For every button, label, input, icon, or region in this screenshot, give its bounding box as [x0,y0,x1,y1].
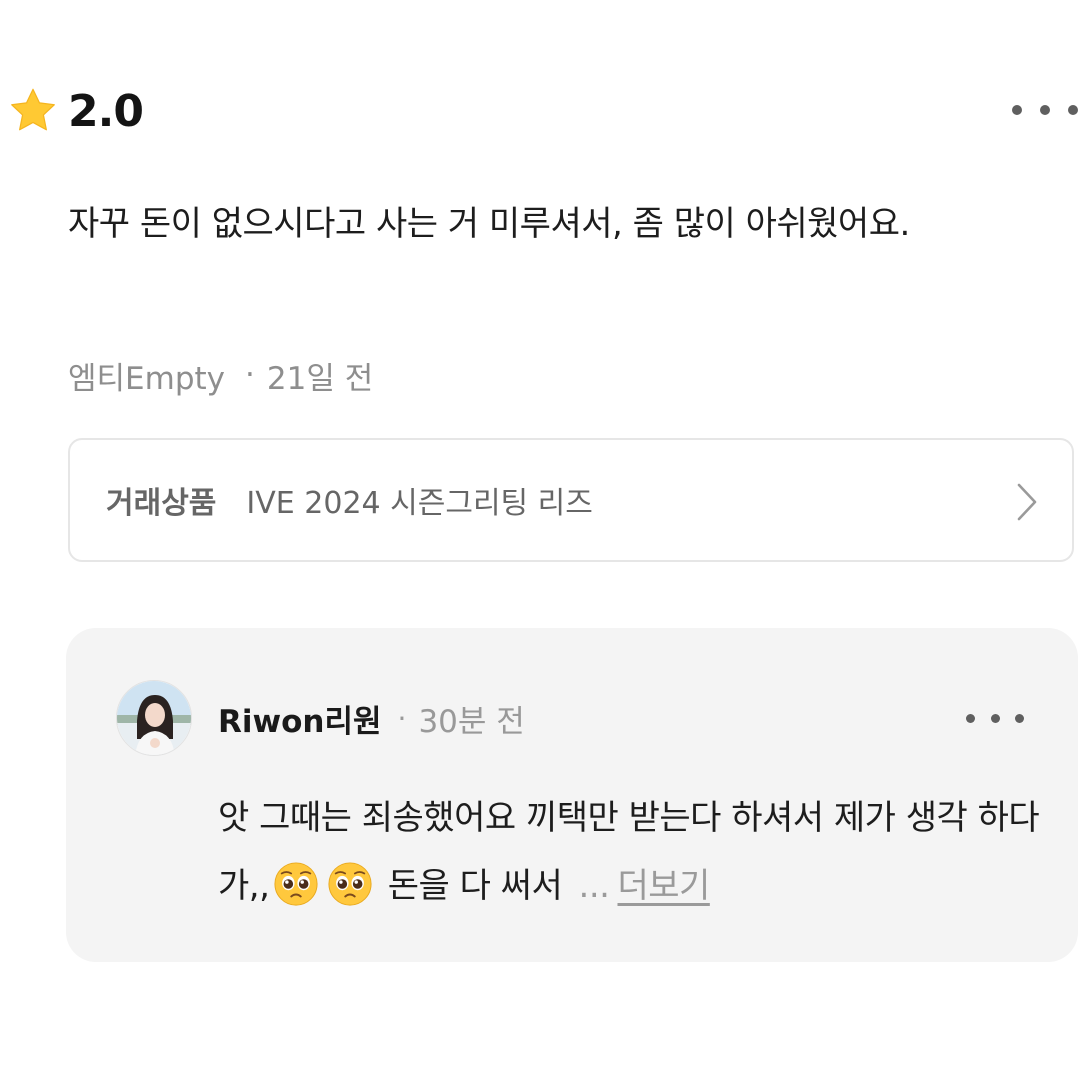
pleading-face-icon [274,862,318,906]
star-icon [11,88,55,131]
product-link[interactable]: 거래상품 IVE 2024 시즌그리팅 리즈 [68,438,1074,562]
review-author[interactable]: 엠티Empty [68,353,225,398]
meta-separator: · [245,357,255,393]
pleading-face-icon [328,862,372,906]
product-label: 거래상품 [106,486,217,521]
product-name: IVE 2024 시즌그리팅 리즈 [246,486,593,521]
more-dots-icon [1012,105,1022,115]
reply-text-after: 돈을 다 써서 [387,866,563,906]
rating-value: 2.0 [68,85,144,137]
more-dots-icon [1040,105,1050,115]
reply-more-button[interactable] [966,708,1024,728]
reply-author[interactable]: Riwon리원 [218,696,382,741]
meta-separator: · [397,701,407,735]
review-text: 자꾸 돈이 없으시다고 사는 거 미루셔서, 좀 많이 아쉬웠어요. [68,204,910,244]
more-dots-icon [1015,713,1024,723]
more-dots-icon [1068,105,1078,115]
review-time: 21일 전 [266,360,374,397]
chevron-right-icon [1017,483,1037,521]
review-meta: 엠티Empty · 21일 전 [68,350,373,400]
review-more-button[interactable] [1012,95,1078,125]
reply-header: Riwon리원 · 30분 전 [218,694,525,742]
more-dots-icon [990,713,1000,723]
rating-row: 2.0 [8,80,144,142]
reply-time: 30분 전 [418,703,525,740]
reply-text: 앗 그때는 죄송했어요 끼택만 받는다 하셔서 제가 생각 하다가,, 돈을 다… [218,784,1048,920]
more-dots-icon [966,713,975,723]
read-more-link[interactable]: 더보기 [617,866,710,906]
reply-ellipsis: ... [578,866,610,906]
seller-reply: Riwon리원 · 30분 전 앗 그때는 죄송했어요 끼택만 받는다 하셔서 … [66,628,1078,962]
avatar[interactable] [116,680,192,756]
avatar-image [117,681,191,755]
